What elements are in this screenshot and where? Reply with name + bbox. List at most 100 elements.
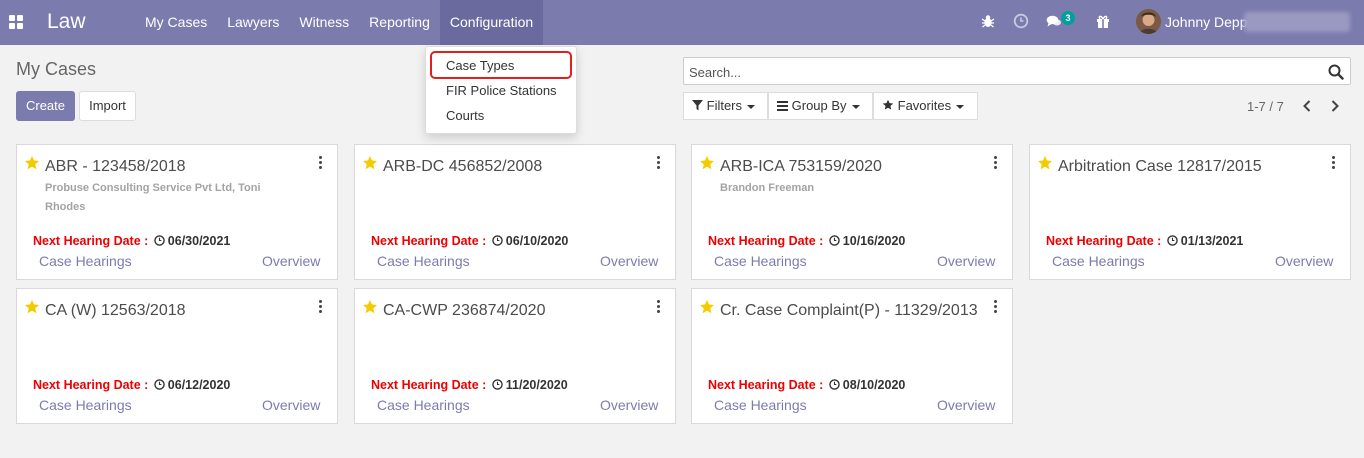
case-card[interactable]: ARB-ICA 753159/2020 Brandon Freeman Next…	[691, 144, 1013, 280]
case-card[interactable]: CA-CWP 236874/2020 Next Hearing Date : 1…	[354, 288, 676, 424]
star-icon[interactable]	[362, 155, 378, 171]
kebab-menu-icon[interactable]	[657, 156, 661, 170]
next-hearing: Next Hearing Date : 10/16/2020	[708, 234, 905, 248]
clock-icon[interactable]	[1013, 13, 1029, 29]
messages-icon[interactable]	[1046, 13, 1062, 29]
case-title: ABR - 123458/2018	[45, 158, 186, 175]
case-card[interactable]: Cr. Case Complaint(P) - 11329/2013 Next …	[691, 288, 1013, 424]
overview-link[interactable]: Overview	[600, 397, 658, 413]
dropdown-item-case-types[interactable]: Case Types	[446, 58, 514, 73]
overview-link[interactable]: Overview	[937, 253, 995, 269]
list-icon	[777, 101, 788, 111]
case-hearings-link[interactable]: Case Hearings	[39, 397, 132, 413]
chevron-down-icon	[747, 104, 756, 109]
star-icon	[882, 99, 894, 110]
next-hearing: Next Hearing Date : 01/13/2021	[1046, 234, 1243, 248]
case-card[interactable]: CA (W) 12563/2018 Next Hearing Date : 06…	[16, 288, 338, 424]
case-hearings-link[interactable]: Case Hearings	[1052, 253, 1145, 269]
create-button[interactable]: Create	[16, 91, 75, 121]
clock-icon	[829, 379, 840, 390]
kebab-menu-icon[interactable]	[1332, 156, 1336, 170]
clock-icon	[829, 235, 840, 246]
case-hearings-link[interactable]: Case Hearings	[714, 253, 807, 269]
blurred-database-name	[1244, 12, 1350, 32]
next-hearing-label: Next Hearing Date :	[33, 234, 149, 248]
case-hearings-link[interactable]: Case Hearings	[377, 253, 470, 269]
next-hearing-date: 08/10/2020	[842, 378, 906, 392]
pager-next-icon[interactable]	[1327, 98, 1343, 114]
menu-my-cases[interactable]: My Cases	[135, 0, 217, 45]
overview-link[interactable]: Overview	[262, 253, 320, 269]
menu-configuration[interactable]: Configuration	[439, 0, 544, 45]
next-hearing-label: Next Hearing Date :	[371, 234, 487, 248]
favorites-label: Favorites	[897, 98, 952, 113]
star-icon[interactable]	[1037, 155, 1053, 171]
user-avatar[interactable]	[1136, 9, 1161, 34]
next-hearing-date: 01/13/2021	[1180, 234, 1244, 248]
kebab-menu-icon[interactable]	[319, 300, 323, 314]
import-button[interactable]: Import	[79, 91, 136, 121]
pager-value[interactable]: 1-7 / 7	[1247, 99, 1284, 114]
menu-witness[interactable]: Witness	[289, 0, 359, 45]
next-hearing-label: Next Hearing Date :	[33, 378, 149, 392]
case-title: Cr. Case Complaint(P) - 11329/2013	[720, 302, 978, 319]
search-box	[683, 57, 1351, 85]
case-hearings-link[interactable]: Case Hearings	[39, 253, 132, 269]
case-card[interactable]: ABR - 123458/2018 Probuse Consulting Ser…	[16, 144, 338, 280]
next-hearing-label: Next Hearing Date :	[1046, 234, 1162, 248]
case-card[interactable]: ARB-DC 456852/2008 Next Hearing Date : 0…	[354, 144, 676, 280]
case-title: CA (W) 12563/2018	[45, 302, 186, 319]
kebab-menu-icon[interactable]	[994, 300, 998, 314]
filters-button[interactable]: Filters	[683, 92, 768, 120]
search-icon[interactable]	[1328, 64, 1344, 80]
overview-link[interactable]: Overview	[262, 397, 320, 413]
case-title: ARB-ICA 753159/2020	[720, 158, 882, 175]
apps-menu-icon[interactable]	[9, 15, 23, 29]
kebab-menu-icon[interactable]	[319, 156, 323, 170]
bug-icon[interactable]	[980, 13, 996, 29]
next-hearing-date: 06/10/2020	[505, 234, 569, 248]
case-card[interactable]: Arbitration Case 12817/2015 Next Hearing…	[1029, 144, 1351, 280]
filters-label: Filters	[706, 98, 743, 113]
star-icon[interactable]	[24, 155, 40, 171]
chevron-down-icon	[956, 104, 965, 109]
kebab-menu-icon[interactable]	[657, 300, 661, 314]
next-hearing-date: 11/20/2020	[505, 378, 568, 392]
menu-reporting[interactable]: Reporting	[359, 0, 440, 45]
gift-icon[interactable]	[1095, 13, 1111, 29]
star-icon[interactable]	[699, 299, 715, 315]
group-by-button[interactable]: Group By	[768, 92, 873, 120]
next-hearing: Next Hearing Date : 06/12/2020	[33, 378, 230, 392]
overview-link[interactable]: Overview	[937, 397, 995, 413]
menu-lawyers[interactable]: Lawyers	[217, 0, 289, 45]
clock-icon	[492, 235, 503, 246]
chevron-down-icon	[851, 104, 860, 109]
star-icon[interactable]	[699, 155, 715, 171]
app-brand[interactable]: Law	[47, 10, 86, 34]
next-hearing: Next Hearing Date : 08/10/2020	[708, 378, 905, 392]
clock-icon	[154, 379, 165, 390]
next-hearing: Next Hearing Date : 06/10/2020	[371, 234, 568, 248]
clock-icon	[154, 235, 165, 246]
case-title: Arbitration Case 12817/2015	[1058, 158, 1262, 175]
favorites-button[interactable]: Favorites	[873, 92, 978, 120]
next-hearing: Next Hearing Date : 11/20/2020	[371, 378, 568, 392]
message-count-badge: 3	[1061, 11, 1075, 25]
filter-icon	[692, 100, 703, 111]
next-hearing-label: Next Hearing Date :	[371, 378, 487, 392]
clock-icon	[492, 379, 503, 390]
user-name[interactable]: Johnny Depp	[1165, 14, 1248, 30]
dropdown-item-fir-police-stations[interactable]: FIR Police Stations	[446, 83, 557, 98]
overview-link[interactable]: Overview	[1275, 253, 1333, 269]
kebab-menu-icon[interactable]	[994, 156, 998, 170]
case-hearings-link[interactable]: Case Hearings	[377, 397, 470, 413]
pager-previous-icon[interactable]	[1299, 98, 1315, 114]
overview-link[interactable]: Overview	[600, 253, 658, 269]
star-icon[interactable]	[362, 299, 378, 315]
group-by-label: Group By	[791, 98, 847, 113]
page-title: My Cases	[16, 59, 97, 79]
case-hearings-link[interactable]: Case Hearings	[714, 397, 807, 413]
star-icon[interactable]	[24, 299, 40, 315]
dropdown-item-courts[interactable]: Courts	[446, 108, 484, 123]
search-input[interactable]	[689, 62, 1309, 82]
